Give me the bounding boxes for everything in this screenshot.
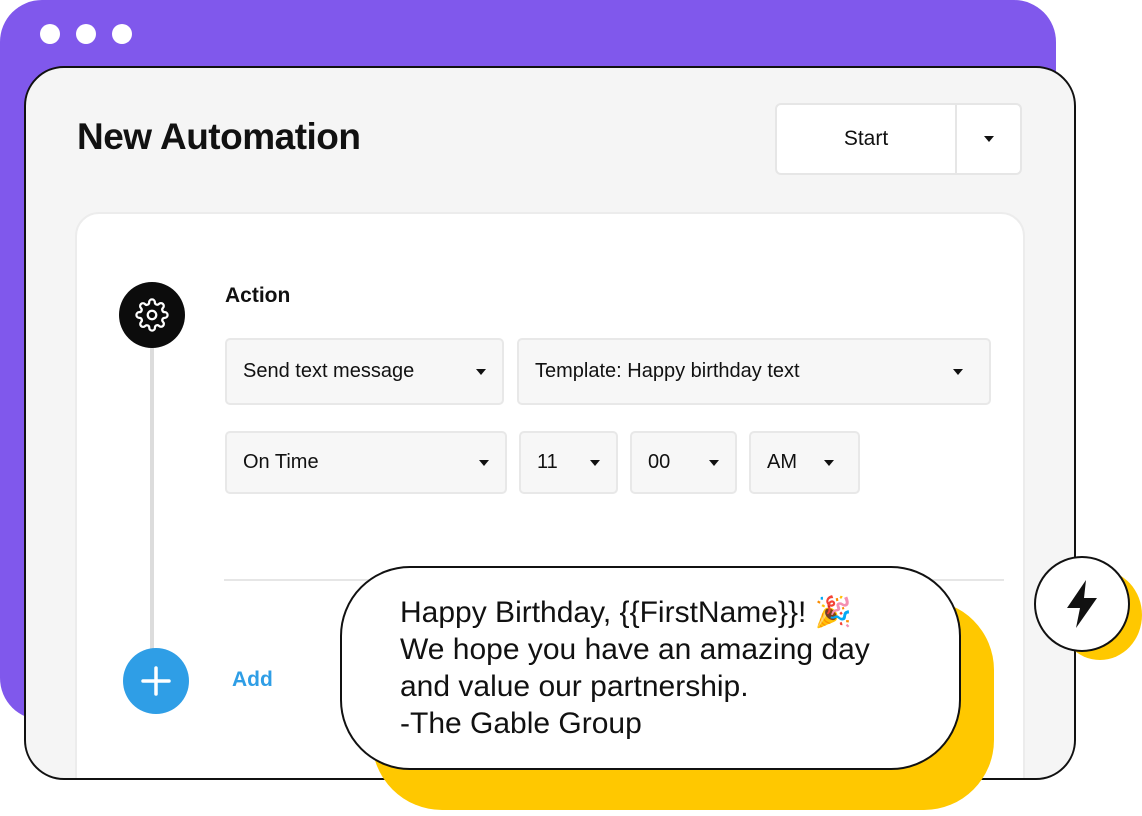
caret-down-icon: [824, 459, 834, 466]
caret-down-icon: [476, 368, 486, 375]
caret-down-icon: [983, 136, 994, 142]
minute-select[interactable]: 00: [630, 431, 737, 494]
lightning-badge: [1034, 556, 1130, 652]
window-dot-icon: [112, 24, 132, 44]
template-select[interactable]: Template: Happy birthday text: [517, 338, 991, 405]
template-value: Template: Happy birthday text: [535, 360, 800, 382]
timing-select[interactable]: On Time: [225, 431, 507, 494]
caret-down-icon: [479, 459, 489, 466]
message-line: We hope you have an amazing day: [400, 633, 870, 666]
start-dropdown-button[interactable]: [957, 105, 1020, 173]
hour-select[interactable]: 11: [519, 431, 618, 494]
window-dot-icon: [40, 24, 60, 44]
start-split-button: Start: [775, 103, 1022, 175]
timing-value: On Time: [243, 451, 319, 473]
message-line: and value our partnership.: [400, 670, 749, 703]
start-button[interactable]: Start: [777, 105, 957, 173]
timeline-connector: [150, 344, 154, 674]
minute-value: 00: [648, 451, 671, 473]
action-type-select[interactable]: Send text message: [225, 338, 504, 405]
add-step-button[interactable]: [123, 648, 189, 714]
ampm-select[interactable]: AM: [749, 431, 860, 494]
window-dot-icon: [76, 24, 96, 44]
add-step-link[interactable]: Add: [232, 668, 273, 692]
message-line: -The Gable Group: [400, 707, 642, 740]
ampm-value: AM: [767, 451, 797, 473]
message-line: Happy Birthday, {{FirstName}}! 🎉: [400, 596, 852, 629]
caret-down-icon: [953, 368, 963, 375]
action-type-value: Send text message: [243, 360, 415, 382]
lightning-bolt-icon: [1067, 580, 1097, 628]
action-heading: Action: [225, 284, 291, 307]
message-preview-bubble: Happy Birthday, {{FirstName}}! 🎉 We hope…: [340, 566, 961, 770]
message-preview-text: Happy Birthday, {{FirstName}}! 🎉 We hope…: [400, 594, 870, 742]
gear-icon[interactable]: [119, 282, 185, 348]
caret-down-icon: [590, 459, 600, 466]
hour-value: 11: [537, 451, 558, 473]
caret-down-icon: [709, 459, 719, 466]
page-title: New Automation: [77, 116, 361, 157]
plus-icon: [141, 666, 171, 696]
